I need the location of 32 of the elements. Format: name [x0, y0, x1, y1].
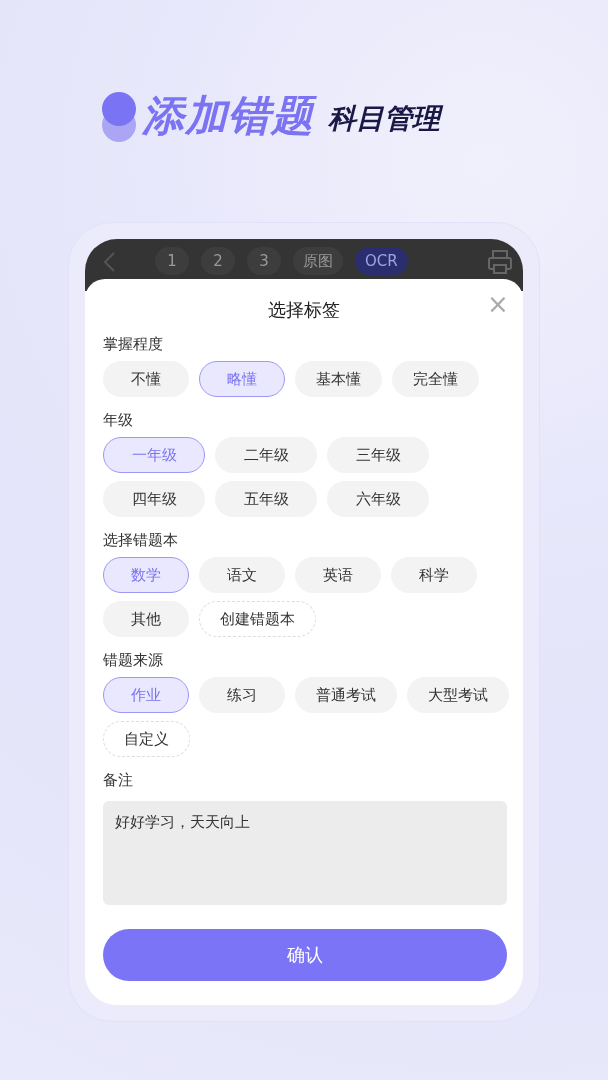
tag-chip[interactable]: 三年级 [327, 437, 429, 473]
sheet-title: 选择标签 [268, 299, 340, 321]
tag-chip[interactable]: 大型考试 [407, 677, 509, 713]
note-field[interactable]: 好好学习，天天向上 [103, 801, 507, 905]
tag-chip[interactable]: 四年级 [103, 481, 205, 517]
section-label: 错题来源 [103, 651, 163, 669]
tag-chip[interactable]: 英语 [295, 557, 381, 593]
printer-icon[interactable] [487, 249, 513, 275]
confirm-button[interactable]: 确认 [103, 929, 507, 981]
logo-icon [102, 92, 136, 140]
section-label: 备注 [103, 771, 133, 789]
section-label: 选择错题本 [103, 531, 178, 549]
tag-chip[interactable]: 二年级 [215, 437, 317, 473]
section-label: 掌握程度 [103, 335, 163, 353]
create-chip[interactable]: 创建错题本 [199, 601, 316, 637]
tag-chip[interactable]: 语文 [199, 557, 285, 593]
create-chip[interactable]: 自定义 [103, 721, 190, 757]
tag-chip[interactable]: 六年级 [327, 481, 429, 517]
tag-chip[interactable]: 五年级 [215, 481, 317, 517]
section-label: 年级 [103, 411, 133, 429]
tag-chip[interactable]: 其他 [103, 601, 189, 637]
tag-chip[interactable]: 普通考试 [295, 677, 397, 713]
toolbar-tab[interactable]: 1 [155, 247, 189, 275]
toolbar-tab[interactable]: 原图 [293, 247, 343, 275]
tag-chip[interactable]: 完全懂 [392, 361, 479, 397]
tag-chip[interactable]: 不懂 [103, 361, 189, 397]
toolbar-tab[interactable]: OCR [355, 247, 408, 275]
toolbar-tab[interactable]: 3 [247, 247, 281, 275]
tag-chip[interactable]: 练习 [199, 677, 285, 713]
tag-chip[interactable]: 基本懂 [295, 361, 382, 397]
tag-chip[interactable]: 科学 [391, 557, 477, 593]
toolbar-tab[interactable]: 2 [201, 247, 235, 275]
